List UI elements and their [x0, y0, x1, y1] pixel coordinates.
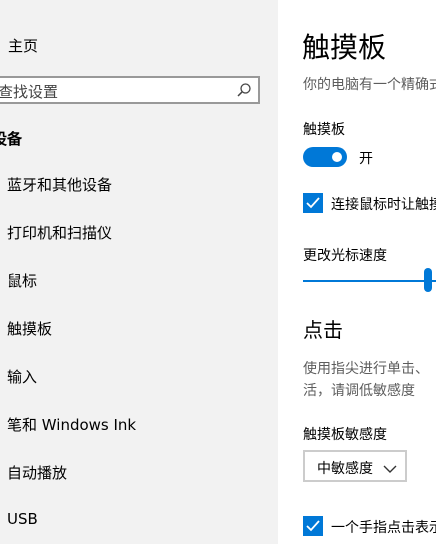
- sensitivity-label: 触摸板敏感度: [303, 427, 387, 443]
- sidebar-item-label: USB: [7, 510, 38, 528]
- content-pane: 触摸板 你的电脑有一个精确式触摸板 触摸板 开 连接鼠标时让触摸板保持打开状态 …: [278, 0, 436, 544]
- sidebar-item-mouse[interactable]: 鼠标: [0, 258, 278, 302]
- sidebar-item-label: 打印机和扫描仪: [7, 224, 113, 242]
- page-title: 触摸板: [302, 31, 387, 64]
- sidebar-item-label: 蓝牙和其他设备: [7, 176, 113, 194]
- taps-description-line1: 使用指尖进行单击、: [303, 361, 429, 377]
- toggle-knob: [332, 152, 342, 162]
- nav-section-header: 设备: [0, 130, 23, 148]
- cursor-speed-slider-thumb[interactable]: [424, 268, 432, 292]
- sidebar-item-touchpad[interactable]: 触摸板: [0, 306, 278, 350]
- search-input[interactable]: 查找设置: [0, 76, 260, 104]
- sidebar-item-label: 鼠标: [7, 272, 38, 290]
- cursor-speed-slider-track[interactable]: [303, 280, 436, 282]
- single-tap-label: 一个手指点击表示单击: [331, 520, 436, 536]
- sidebar-item-bluetooth[interactable]: 蓝牙和其他设备: [0, 162, 278, 206]
- nav-pane: 主页 查找设置 设备 蓝牙和其他设备 打印机和扫描仪 鼠标 触摸板 输入: [0, 0, 278, 544]
- leave-on-with-mouse-label: 连接鼠标时让触摸板保持打开状态: [331, 197, 436, 213]
- sensitivity-dropdown[interactable]: 中敏感度: [303, 450, 407, 482]
- nav-home-label: 主页: [8, 37, 39, 55]
- sidebar-item-label: 触摸板: [7, 320, 53, 338]
- sensitivity-selected-value: 中敏感度: [317, 461, 373, 477]
- leave-on-with-mouse-checkbox[interactable]: [303, 193, 323, 213]
- touchpad-toggle[interactable]: [303, 147, 347, 167]
- single-tap-checkbox[interactable]: [303, 516, 323, 536]
- sidebar-item-autoplay[interactable]: 自动播放: [0, 450, 278, 494]
- cursor-speed-label: 更改光标速度: [303, 248, 387, 264]
- taps-description-line2: 活，请调低敏感度: [303, 383, 415, 399]
- sidebar-item-label: 输入: [7, 368, 38, 386]
- chevron-down-icon: [383, 460, 397, 473]
- sidebar-item-label: 笔和 Windows Ink: [7, 416, 137, 434]
- toggle-state-text: 开: [359, 151, 373, 167]
- settings-window: 主页 查找设置 设备 蓝牙和其他设备 打印机和扫描仪 鼠标 触摸板 输入: [0, 0, 436, 544]
- checkmark-icon: [306, 197, 320, 209]
- sidebar-item-pen[interactable]: 笔和 Windows Ink: [0, 402, 278, 446]
- page-subtitle: 你的电脑有一个精确式触摸板: [303, 77, 436, 93]
- sidebar-item-label: 自动播放: [7, 464, 68, 482]
- taps-section-title: 点击: [303, 318, 343, 342]
- search-icon[interactable]: [236, 82, 252, 98]
- nav-home[interactable]: 主页: [0, 24, 278, 64]
- sidebar-item-usb[interactable]: USB: [0, 498, 278, 542]
- search-placeholder: 查找设置: [0, 83, 59, 101]
- sidebar-item-typing[interactable]: 输入: [0, 354, 278, 398]
- touchpad-label: 触摸板: [303, 122, 345, 138]
- checkmark-icon: [306, 520, 320, 532]
- sidebar-item-printers[interactable]: 打印机和扫描仪: [0, 210, 278, 254]
